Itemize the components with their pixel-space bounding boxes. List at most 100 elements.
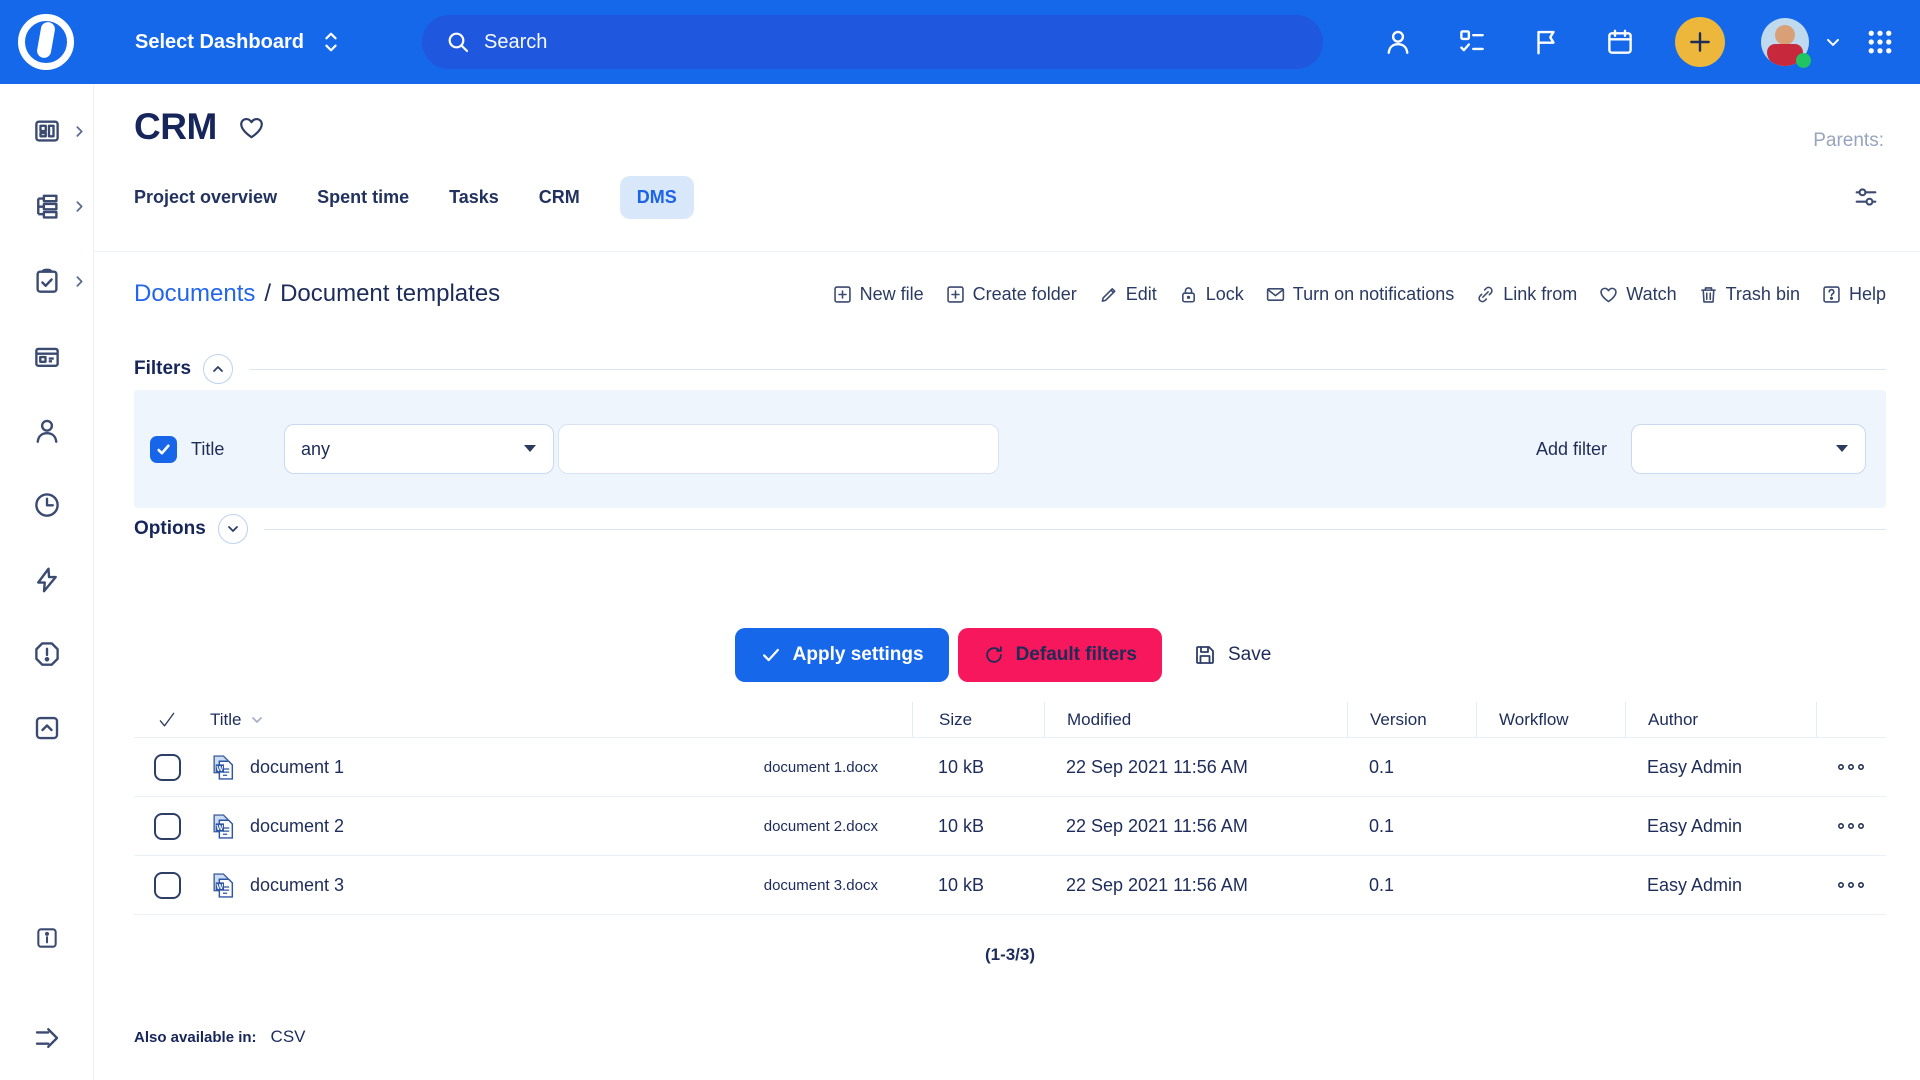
trash-bin-button[interactable]: Trash bin — [1698, 284, 1800, 305]
column-header-author[interactable]: Author — [1625, 702, 1816, 737]
add-filter-select[interactable] — [1631, 424, 1866, 474]
breadcrumb-current: Document templates — [280, 280, 500, 308]
add-button[interactable] — [1675, 17, 1725, 67]
svg-text:W: W — [217, 883, 224, 890]
dms-content: Documents / Document templates New file … — [94, 274, 1920, 1047]
cell-modified: 22 Sep 2021 11:56 AM — [1044, 816, 1347, 837]
column-header-workflow[interactable]: Workflow — [1476, 702, 1625, 737]
document-link[interactable]: document 1 — [250, 757, 344, 778]
options-section-title: Options — [134, 518, 206, 540]
document-filename: document 2.docx — [764, 818, 878, 835]
help-icon — [1821, 284, 1842, 305]
breadcrumb-separator: / — [264, 280, 271, 308]
trash-icon — [1698, 284, 1719, 305]
tasks-expand-chevron-icon[interactable] — [73, 275, 86, 288]
info-icon[interactable] — [34, 925, 60, 951]
export-footer: Also available in: CSV — [134, 1027, 1886, 1047]
default-filters-button[interactable]: Default filters — [958, 628, 1162, 682]
collapse-menu-icon[interactable] — [32, 1023, 62, 1053]
app-logo[interactable] — [18, 14, 74, 70]
column-header-size[interactable]: Size — [912, 702, 1044, 737]
alerts-icon[interactable] — [32, 639, 62, 669]
title-filter-checkbox[interactable] — [150, 436, 177, 463]
dashboard-selector[interactable]: Select Dashboard — [135, 0, 342, 84]
lock-button[interactable]: Lock — [1178, 284, 1244, 305]
search-placeholder: Search — [484, 31, 547, 54]
user-menu-chevron-icon[interactable] — [1823, 32, 1843, 52]
row-actions-menu[interactable] — [1816, 762, 1886, 772]
cell-version: 0.1 — [1347, 816, 1476, 837]
user-avatar[interactable] — [1761, 18, 1809, 66]
pencil-icon — [1098, 284, 1119, 305]
link-from-button[interactable]: Link from — [1475, 284, 1577, 305]
document-link[interactable]: document 2 — [250, 816, 344, 837]
row-checkbox[interactable] — [154, 813, 181, 840]
updates-icon[interactable] — [32, 713, 62, 743]
tab-tasks[interactable]: Tasks — [449, 176, 499, 219]
cell-size: 10 kB — [912, 816, 1044, 837]
apply-settings-button[interactable]: Apply settings — [735, 628, 949, 682]
check-icon — [156, 442, 171, 457]
tab-project-overview[interactable]: Project overview — [134, 176, 277, 219]
breadcrumb: Documents / Document templates — [134, 280, 500, 308]
favorite-heart-icon[interactable] — [237, 113, 266, 142]
tasks-clipboard-icon[interactable] — [32, 266, 62, 296]
filters-collapse-button[interactable] — [203, 354, 233, 384]
document-filename: document 3.docx — [764, 877, 878, 894]
tab-spent-time[interactable]: Spent time — [317, 176, 409, 219]
tab-crm[interactable]: CRM — [539, 176, 580, 219]
documents-table: Title Size Modified Version Workflow Aut… — [134, 702, 1886, 915]
select-all-checkmark-icon[interactable] — [134, 702, 200, 737]
dashboards-icon[interactable] — [32, 116, 62, 146]
apps-grid-icon[interactable] — [1865, 27, 1895, 57]
table-row: W document 3 document 3.docx 10 kB 22 Se… — [134, 856, 1886, 915]
row-actions-menu[interactable] — [1816, 880, 1886, 890]
help-button[interactable]: Help — [1821, 284, 1886, 305]
project-tree-icon[interactable] — [32, 191, 62, 221]
plus-square-icon — [945, 284, 966, 305]
dashboard-selector-label: Select Dashboard — [135, 31, 304, 54]
boards-icon[interactable] — [32, 342, 62, 372]
title-operator-select[interactable]: any — [284, 424, 554, 474]
svg-text:W: W — [217, 765, 224, 772]
flag-icon[interactable] — [1531, 27, 1561, 57]
column-header-version[interactable]: Version — [1347, 702, 1476, 737]
dashboards-expand-chevron-icon[interactable] — [73, 125, 86, 138]
tasks-icon[interactable] — [1457, 27, 1487, 57]
options-divider — [264, 529, 1886, 530]
calendar-icon[interactable] — [1605, 27, 1635, 57]
table-header: Title Size Modified Version Workflow Aut… — [134, 702, 1886, 738]
title-filter-value-input[interactable] — [558, 424, 999, 474]
plus-square-icon — [832, 284, 853, 305]
watch-button[interactable]: Watch — [1598, 284, 1676, 305]
sliders-settings-icon[interactable] — [1852, 183, 1880, 211]
quick-actions-bolt-icon[interactable] — [32, 565, 62, 595]
breadcrumb-documents-link[interactable]: Documents — [134, 280, 255, 308]
row-checkbox[interactable] — [154, 872, 181, 899]
save-floppy-icon — [1193, 643, 1217, 667]
filters-panel: Title any Add filter — [134, 390, 1886, 508]
create-folder-button[interactable]: Create folder — [945, 284, 1077, 305]
users-icon[interactable] — [32, 416, 62, 446]
column-header-title[interactable]: Title — [200, 702, 912, 737]
edit-button[interactable]: Edit — [1098, 284, 1157, 305]
column-header-modified[interactable]: Modified — [1044, 702, 1347, 737]
options-expand-button[interactable] — [218, 514, 248, 544]
notifications-button[interactable]: Turn on notifications — [1265, 284, 1454, 305]
document-link[interactable]: document 3 — [250, 875, 344, 896]
save-button[interactable]: Save — [1179, 628, 1285, 682]
sidebar — [0, 84, 94, 1080]
parents-label: Parents: — [1813, 130, 1884, 152]
profile-icon[interactable] — [1383, 27, 1413, 57]
dropdown-arrow-icon — [1835, 444, 1849, 454]
tab-dms[interactable]: DMS — [620, 176, 694, 219]
ellipsis-icon — [1836, 821, 1866, 831]
refresh-icon — [983, 644, 1005, 666]
time-icon[interactable] — [32, 490, 62, 520]
new-file-button[interactable]: New file — [832, 284, 924, 305]
project-tree-expand-chevron-icon[interactable] — [73, 200, 86, 213]
csv-export-link[interactable]: CSV — [271, 1027, 306, 1047]
row-checkbox[interactable] — [154, 754, 181, 781]
search-input[interactable]: Search — [422, 15, 1323, 69]
row-actions-menu[interactable] — [1816, 821, 1886, 831]
